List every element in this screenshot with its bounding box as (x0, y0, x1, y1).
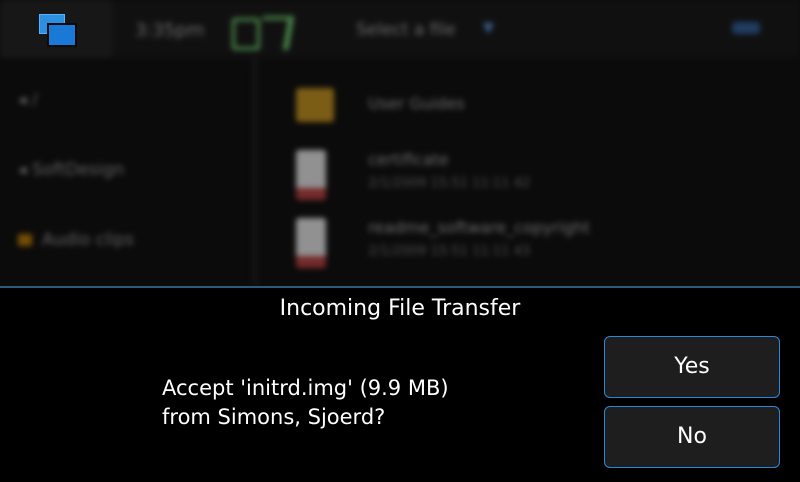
file-meta: 2/1/2009 15:51 11:11 43 (368, 244, 531, 259)
message-line-2: from Simons, Sjoerd? (162, 405, 386, 429)
message-line-1: Accept 'initrd.img' (9.9 MB) (162, 376, 449, 400)
pane-divider (252, 58, 258, 286)
file-meta: 2/1/2009 15:51 11:11 42 (368, 176, 531, 191)
chevron-down-icon: ▼ (483, 20, 494, 36)
yes-button[interactable]: Yes (604, 336, 780, 398)
folder-pane: ◂ / ◂ SoftDesign Audio clips (0, 58, 252, 286)
incoming-file-transfer-dialog: Incoming File Transfer Accept 'initrd.im… (0, 286, 800, 482)
task-switcher-icon (39, 14, 77, 47)
no-button[interactable]: No (604, 406, 780, 468)
blurred-file-browser: 3:35pm Select a file ▼ ◂ / ◂ SoftDesign … (0, 0, 800, 286)
dialog-title: Incoming File Transfer (279, 296, 521, 321)
file-name: certificate (368, 150, 449, 169)
document-icon (296, 218, 326, 268)
folder-icon (18, 234, 32, 246)
clock: 3:35pm (135, 20, 205, 41)
status-indicators (232, 12, 294, 50)
folder-item: Audio clips (18, 230, 134, 250)
dialog-message: Accept 'initrd.img' (9.9 MB) from Simons… (162, 374, 449, 432)
battery-icon (232, 18, 260, 50)
status-bar: 3:35pm Select a file ▼ (0, 0, 800, 58)
menu-icon (732, 22, 760, 34)
folder-item: ◂ SoftDesign (18, 160, 125, 180)
window-title: Select a file (356, 20, 456, 40)
folder-item: ◂ / (18, 90, 38, 110)
background-application: 3:35pm Select a file ▼ ◂ / ◂ SoftDesign … (0, 0, 800, 286)
file-name: User Guides (368, 94, 465, 113)
file-name: readme_software_copyright (368, 218, 590, 237)
folder-icon (296, 88, 334, 122)
signal-icon (257, 16, 294, 50)
document-icon (296, 150, 326, 200)
